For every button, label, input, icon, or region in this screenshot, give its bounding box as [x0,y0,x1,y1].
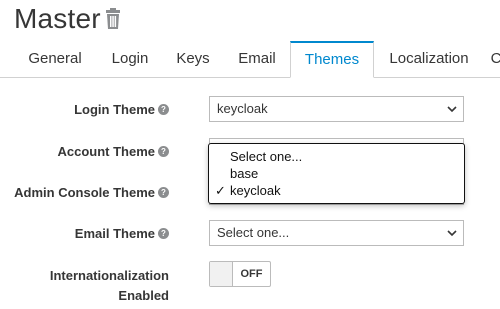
toggle-state-label: OFF [240,268,263,280]
help-icon[interactable]: ? [158,104,169,116]
login-theme-label: Login Theme? [74,102,169,117]
trash-icon[interactable] [104,8,122,30]
internationalization-label-line1: Internationalization [49,268,169,283]
dropdown-option-select-one[interactable]: Select one... [230,148,302,165]
internationalization-toggle[interactable]: OFF [209,261,271,287]
email-theme-select[interactable]: Select one... [209,220,464,246]
tab-email[interactable]: Email [228,41,286,77]
account-theme-label-text: Account Theme [57,144,155,159]
tab-overflow[interactable]: C [486,41,500,77]
theme-dropdown-menu: Select one... base ✓ keycloak [208,143,465,204]
login-theme-select[interactable]: keycloak [209,96,464,122]
login-theme-label-text: Login Theme [74,102,155,117]
email-theme-value: Select one... [217,225,290,240]
chevron-down-icon [447,230,457,237]
tab-keys[interactable]: Keys [166,41,220,77]
login-theme-value: keycloak [217,101,268,116]
toggle-knob [210,262,233,286]
email-theme-label: Email Theme? [75,226,169,241]
account-theme-label: Account Theme? [57,144,169,159]
dropdown-option-keycloak-label: keycloak [230,183,281,198]
checkmark-icon: ✓ [215,183,226,198]
tab-bar: General Login Keys Email Themes Localiza… [0,41,500,78]
tab-general[interactable]: General [18,41,92,77]
admin-console-theme-label: Admin Console Theme? [14,185,169,200]
tab-login[interactable]: Login [100,41,160,77]
help-icon[interactable]: ? [158,146,169,158]
page-title: Master [14,3,101,34]
help-icon[interactable]: ? [158,228,169,240]
dropdown-option-base[interactable]: base [230,165,258,182]
help-icon[interactable]: ? [158,187,169,199]
tab-localization[interactable]: Localization [381,41,477,77]
chevron-down-icon [447,106,457,113]
admin-console-theme-label-text: Admin Console Theme [14,185,155,200]
internationalization-label: Internationalization Enabled [50,266,169,306]
tab-themes[interactable]: Themes [290,41,374,78]
internationalization-label-line2: Enabled [118,288,169,303]
dropdown-option-keycloak[interactable]: ✓ keycloak [215,182,281,199]
email-theme-label-text: Email Theme [74,226,155,241]
